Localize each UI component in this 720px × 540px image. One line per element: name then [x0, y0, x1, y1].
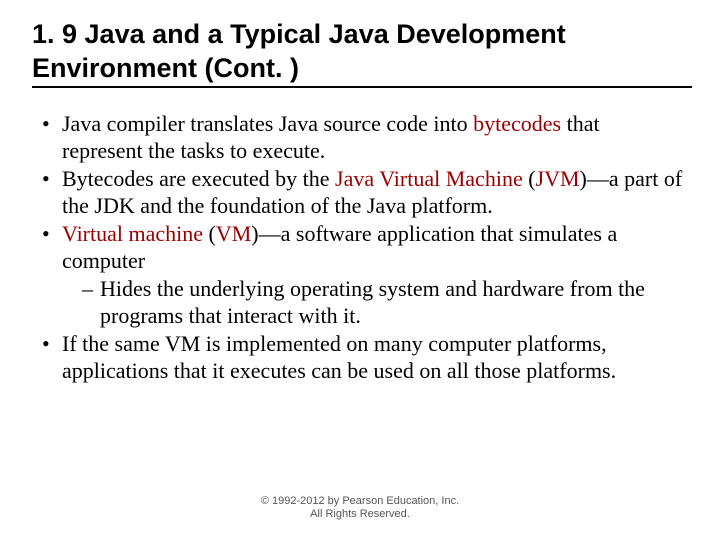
term-bytecodes: bytecodes [473, 111, 561, 136]
term-vm: VM [216, 221, 251, 246]
sub-list-item: Hides the underlying operating system an… [82, 275, 684, 330]
sub-list: Hides the underlying operating system an… [62, 275, 684, 330]
term-jvm-full: Java Virtual Machine [335, 166, 523, 191]
text: ( [203, 221, 216, 246]
slide-title: 1. 9 Java and a Typical Java Development… [32, 18, 692, 88]
list-item: If the same VM is implemented on many co… [40, 330, 684, 385]
term-jvm: JVM [536, 166, 580, 191]
copyright-line: © 1992-2012 by Pearson Education, Inc. [0, 495, 720, 509]
list-item: Bytecodes are executed by the Java Virtu… [40, 165, 684, 220]
text: Java compiler translates Java source cod… [62, 111, 473, 136]
footer: © 1992-2012 by Pearson Education, Inc. A… [0, 495, 720, 523]
text: Hides the underlying operating system an… [100, 276, 645, 329]
text: Bytecodes are executed by the [62, 166, 335, 191]
term-vm-full: Virtual machine [62, 221, 203, 246]
slide: 1. 9 Java and a Typical Java Development… [0, 0, 720, 385]
list-item: Java compiler translates Java source cod… [40, 110, 684, 165]
rights-line: All Rights Reserved. [0, 508, 720, 522]
text: If the same VM is implemented on many co… [62, 331, 616, 384]
list-item: Virtual machine (VM)—a software applicat… [40, 220, 684, 330]
bullet-list: Java compiler translates Java source cod… [32, 110, 692, 385]
text: ( [523, 166, 536, 191]
